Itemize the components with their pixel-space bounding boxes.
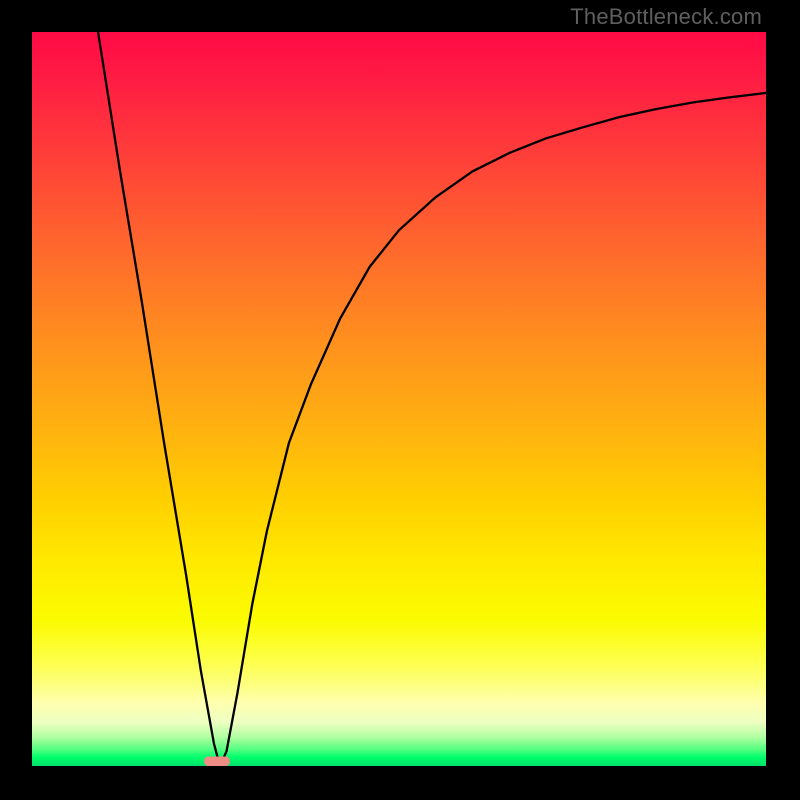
- watermark-text: TheBottleneck.com: [570, 4, 762, 30]
- bottleneck-curve: [98, 32, 766, 766]
- plot-area: [32, 32, 766, 766]
- optimal-point-marker: [204, 756, 230, 766]
- chart-container: TheBottleneck.com: [0, 0, 800, 800]
- chart-overlay: [32, 32, 766, 766]
